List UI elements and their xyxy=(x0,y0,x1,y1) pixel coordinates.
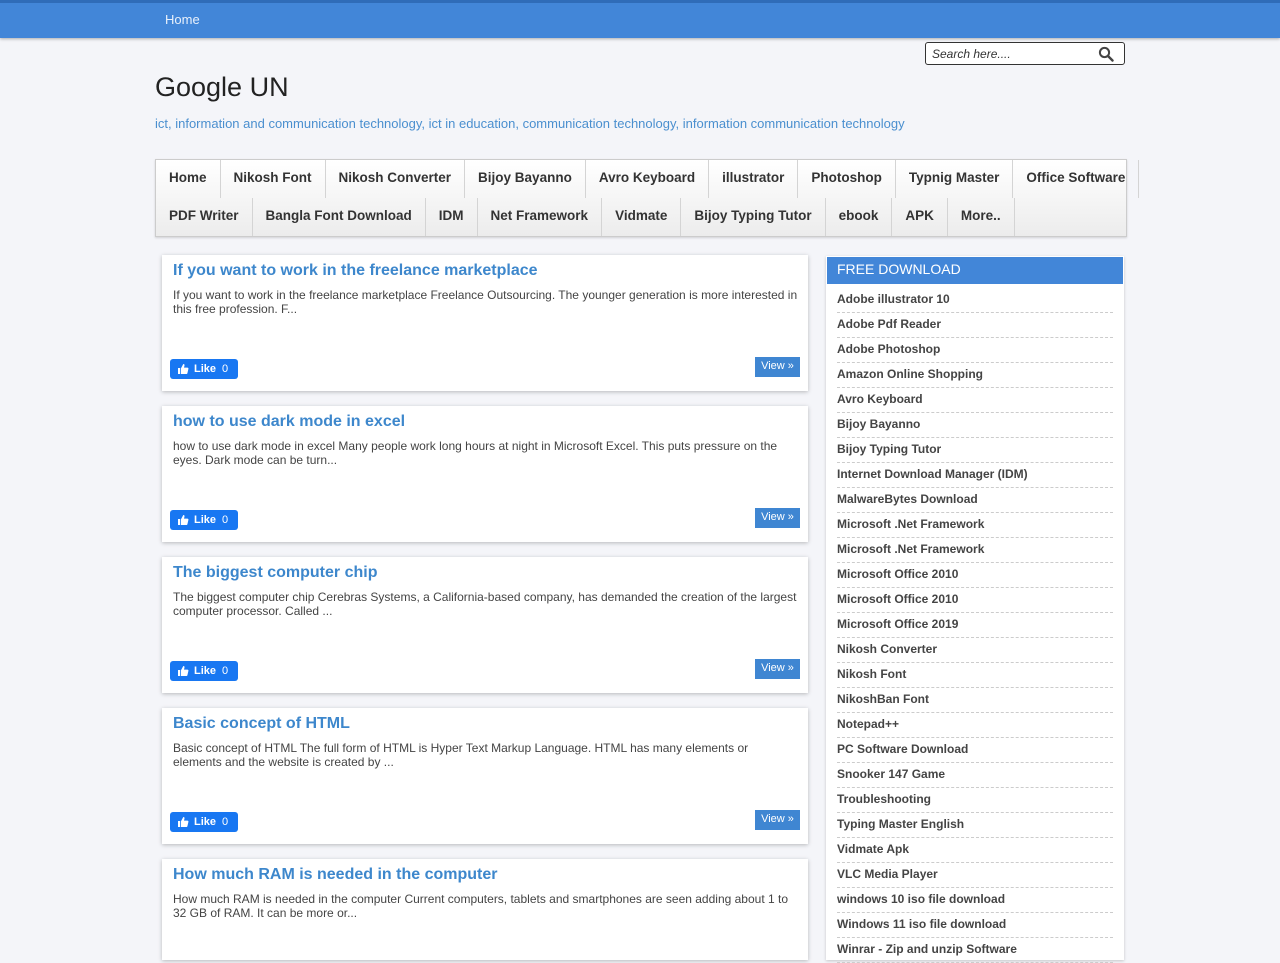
list-item[interactable]: Nikosh Font xyxy=(837,663,1113,688)
list-item[interactable]: MalwareBytes Download xyxy=(837,488,1113,513)
free-download-widget: FREE DOWNLOAD Adobe illustrator 10 Adobe… xyxy=(826,256,1124,963)
nav-item-avro-keyboard[interactable]: Avro Keyboard xyxy=(586,160,710,198)
nav-item-net-framework[interactable]: Net Framework xyxy=(478,198,603,236)
list-item[interactable]: NikoshBan Font xyxy=(837,688,1113,713)
post-card: How much RAM is needed in the computer H… xyxy=(162,859,808,960)
thumbs-up-icon xyxy=(178,817,189,827)
list-item[interactable]: VLC Media Player xyxy=(837,863,1113,888)
view-button[interactable]: View » xyxy=(755,357,800,377)
like-count: 0 xyxy=(222,816,229,828)
nav-row-1: Home Nikosh Font Nikosh Converter Bijoy … xyxy=(156,160,1140,198)
site-description: ict, information and communication techn… xyxy=(155,116,905,131)
thumbs-up-icon xyxy=(178,515,189,525)
post-snippet: If you want to work in the freelance mar… xyxy=(173,288,798,316)
widget-title: FREE DOWNLOAD xyxy=(827,257,1123,284)
nav-item-pdf-writer[interactable]: PDF Writer xyxy=(156,198,253,236)
view-button[interactable]: View » xyxy=(755,659,800,679)
like-count: 0 xyxy=(222,665,229,677)
view-button[interactable]: View » xyxy=(755,810,800,830)
like-label: Like xyxy=(194,665,217,677)
post-snippet: How much RAM is needed in the computer C… xyxy=(173,892,789,920)
nav-item-more[interactable]: More.. xyxy=(948,198,1015,236)
thumbs-up-icon xyxy=(178,666,189,676)
like-label: Like xyxy=(194,363,217,375)
list-item[interactable]: windows 10 iso file download xyxy=(837,888,1113,913)
facebook-like-button[interactable]: Like 0 xyxy=(170,359,238,379)
facebook-like-button[interactable]: Like 0 xyxy=(170,812,238,832)
list-item[interactable]: Amazon Online Shopping xyxy=(837,363,1113,388)
nav-item-apk[interactable]: APK xyxy=(892,198,948,236)
list-item[interactable]: Internet Download Manager (IDM) xyxy=(837,463,1113,488)
post-title[interactable]: If you want to work in the freelance mar… xyxy=(173,262,538,280)
nav-item-typing-master[interactable]: Typnig Master xyxy=(896,160,1014,198)
search-input[interactable] xyxy=(932,45,1092,62)
nav-item-vidmate[interactable]: Vidmate xyxy=(602,198,682,236)
nav-item-office-software[interactable]: Office Software xyxy=(1013,160,1140,198)
list-item[interactable]: Vidmate Apk xyxy=(837,838,1113,863)
like-count: 0 xyxy=(222,363,229,375)
list-item[interactable]: Microsoft Office 2010 xyxy=(837,588,1113,613)
nav-item-ebook[interactable]: ebook xyxy=(826,198,893,236)
nav-item-bijoy-bayanno[interactable]: Bijoy Bayanno xyxy=(465,160,586,198)
site-title[interactable]: Google UN xyxy=(155,72,289,103)
nav-item-nikosh-font[interactable]: Nikosh Font xyxy=(221,160,326,198)
list-item[interactable]: Snooker 147 Game xyxy=(837,763,1113,788)
list-item[interactable]: Microsoft .Net Framework xyxy=(837,538,1113,563)
list-item[interactable]: Microsoft Office 2010 xyxy=(837,563,1113,588)
like-label: Like xyxy=(194,816,217,828)
nav-item-bijoy-typing-tutor[interactable]: Bijoy Typing Tutor xyxy=(681,198,826,236)
list-item[interactable]: PC Software Download xyxy=(837,738,1113,763)
post-title[interactable]: Basic concept of HTML xyxy=(173,715,350,733)
post-card: how to use dark mode in excel how to use… xyxy=(162,406,808,542)
like-count: 0 xyxy=(222,514,229,526)
nav-item-idm[interactable]: IDM xyxy=(426,198,478,236)
list-item[interactable]: Nikosh Converter xyxy=(837,638,1113,663)
like-label: Like xyxy=(194,514,217,526)
top-home-link[interactable]: Home xyxy=(165,12,200,27)
nav-item-home[interactable]: Home xyxy=(156,160,221,198)
list-item[interactable]: Winrar - Zip and unzip Software xyxy=(837,938,1113,963)
post-snippet: how to use dark mode in excel Many peopl… xyxy=(173,439,778,467)
facebook-like-button[interactable]: Like 0 xyxy=(170,661,238,681)
post-card: If you want to work in the freelance mar… xyxy=(162,255,808,391)
search-box xyxy=(925,42,1125,65)
nav-item-photoshop[interactable]: Photoshop xyxy=(798,160,896,198)
post-snippet: Basic concept of HTML The full form of H… xyxy=(173,741,749,769)
main-navigation: Home Nikosh Font Nikosh Converter Bijoy … xyxy=(155,159,1140,237)
search-icon[interactable] xyxy=(1098,46,1114,62)
list-item[interactable]: Adobe Photoshop xyxy=(837,338,1113,363)
list-item[interactable]: Notepad++ xyxy=(837,713,1113,738)
nav-item-bangla-font-download[interactable]: Bangla Font Download xyxy=(253,198,426,236)
download-list: Adobe illustrator 10 Adobe Pdf Reader Ad… xyxy=(837,288,1113,963)
list-item[interactable]: Troubleshooting xyxy=(837,788,1113,813)
post-card: Basic concept of HTML Basic concept of H… xyxy=(162,708,808,844)
list-item[interactable]: Bijoy Typing Tutor xyxy=(837,438,1113,463)
facebook-like-button[interactable]: Like 0 xyxy=(170,510,238,530)
post-title[interactable]: The biggest computer chip xyxy=(173,564,377,582)
view-button[interactable]: View » xyxy=(755,508,800,528)
list-item[interactable]: Microsoft Office 2019 xyxy=(837,613,1113,638)
list-item[interactable]: Avro Keyboard xyxy=(837,388,1113,413)
top-bar: Home xyxy=(0,0,1280,38)
post-title[interactable]: how to use dark mode in excel xyxy=(173,413,405,431)
nav-row-2: PDF Writer Bangla Font Download IDM Net … xyxy=(156,198,1015,236)
post-title[interactable]: How much RAM is needed in the computer xyxy=(173,866,497,884)
list-item[interactable]: Bijoy Bayanno xyxy=(837,413,1113,438)
list-item[interactable]: Adobe illustrator 10 xyxy=(837,288,1113,313)
post-card: The biggest computer chip The biggest co… xyxy=(162,557,808,693)
list-item[interactable]: Windows 11 iso file download xyxy=(837,913,1113,938)
nav-item-nikosh-converter[interactable]: Nikosh Converter xyxy=(326,160,466,198)
list-item[interactable]: Adobe Pdf Reader xyxy=(837,313,1113,338)
thumbs-up-icon xyxy=(178,364,189,374)
post-snippet: The biggest computer chip Cerebras Syste… xyxy=(173,590,797,618)
list-item[interactable]: Typing Master English xyxy=(837,813,1113,838)
nav-item-illustrator[interactable]: illustrator xyxy=(709,160,799,198)
list-item[interactable]: Microsoft .Net Framework xyxy=(837,513,1113,538)
